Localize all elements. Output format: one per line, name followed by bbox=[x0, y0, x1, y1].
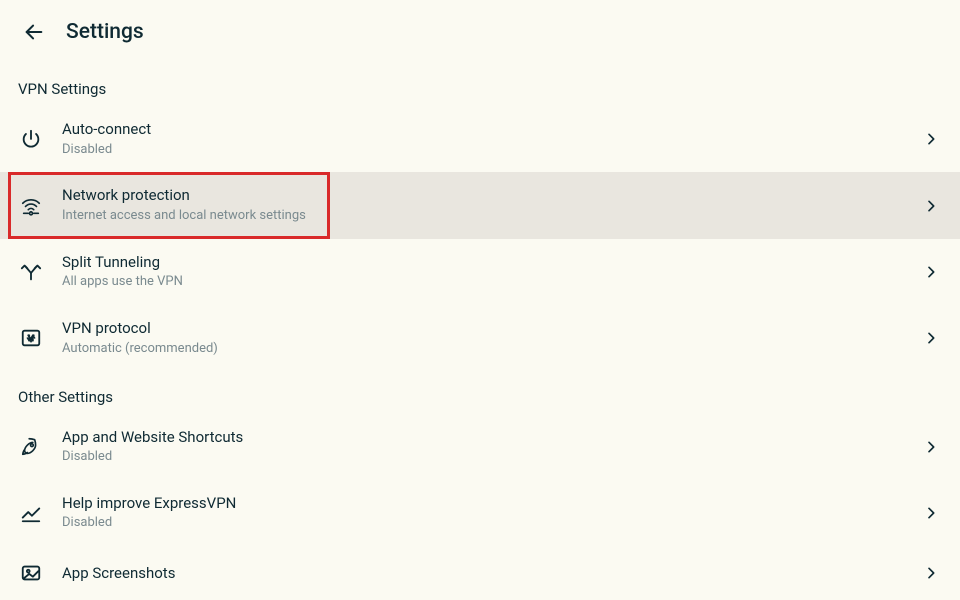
row-help-improve[interactable]: Help improve ExpressVPN Disabled bbox=[0, 480, 960, 546]
row-text: Split Tunneling All apps use the VPN bbox=[62, 253, 912, 291]
header: Settings bbox=[0, 0, 960, 64]
chevron-right-icon bbox=[920, 562, 942, 584]
row-title: Help improve ExpressVPN bbox=[62, 494, 912, 514]
row-text: VPN protocol Automatic (recommended) bbox=[62, 319, 912, 357]
page-title: Settings bbox=[66, 20, 144, 44]
row-text: Help improve ExpressVPN Disabled bbox=[62, 494, 912, 532]
row-title: App and Website Shortcuts bbox=[62, 428, 912, 448]
section-header-other: Other Settings bbox=[0, 372, 960, 414]
row-subtitle: Disabled bbox=[62, 515, 912, 532]
chevron-right-icon bbox=[920, 195, 942, 217]
image-icon bbox=[18, 560, 44, 586]
power-icon bbox=[18, 126, 44, 152]
row-title: Split Tunneling bbox=[62, 253, 912, 273]
row-subtitle: Disabled bbox=[62, 142, 912, 159]
protocol-icon bbox=[18, 325, 44, 351]
row-auto-connect[interactable]: Auto-connect Disabled bbox=[0, 106, 960, 172]
chevron-right-icon bbox=[920, 436, 942, 458]
row-text: Network protection Internet access and l… bbox=[62, 186, 912, 224]
chevron-right-icon bbox=[920, 261, 942, 283]
row-subtitle: All apps use the VPN bbox=[62, 274, 912, 291]
rocket-icon bbox=[18, 434, 44, 460]
chart-icon bbox=[18, 500, 44, 526]
row-text: App Screenshots bbox=[62, 564, 912, 584]
split-icon bbox=[18, 259, 44, 285]
row-shortcuts[interactable]: App and Website Shortcuts Disabled bbox=[0, 414, 960, 480]
chevron-right-icon bbox=[920, 128, 942, 150]
chevron-right-icon bbox=[920, 327, 942, 349]
row-title: App Screenshots bbox=[62, 564, 912, 584]
row-title: VPN protocol bbox=[62, 319, 912, 339]
wifi-settings-icon bbox=[18, 193, 44, 219]
back-button[interactable] bbox=[20, 18, 48, 46]
row-vpn-protocol[interactable]: VPN protocol Automatic (recommended) bbox=[0, 305, 960, 371]
row-app-screenshots[interactable]: App Screenshots bbox=[0, 546, 960, 600]
arrow-left-icon bbox=[23, 21, 45, 43]
row-title: Network protection bbox=[62, 186, 912, 206]
row-network-protection[interactable]: Network protection Internet access and l… bbox=[0, 172, 960, 238]
chevron-right-icon bbox=[920, 502, 942, 524]
row-title: Auto-connect bbox=[62, 120, 912, 140]
row-text: Auto-connect Disabled bbox=[62, 120, 912, 158]
section-header-vpn: VPN Settings bbox=[0, 64, 960, 106]
row-split-tunneling[interactable]: Split Tunneling All apps use the VPN bbox=[0, 239, 960, 305]
row-subtitle: Internet access and local network settin… bbox=[62, 208, 912, 225]
row-text: App and Website Shortcuts Disabled bbox=[62, 428, 912, 466]
row-subtitle: Automatic (recommended) bbox=[62, 341, 912, 358]
row-subtitle: Disabled bbox=[62, 449, 912, 466]
